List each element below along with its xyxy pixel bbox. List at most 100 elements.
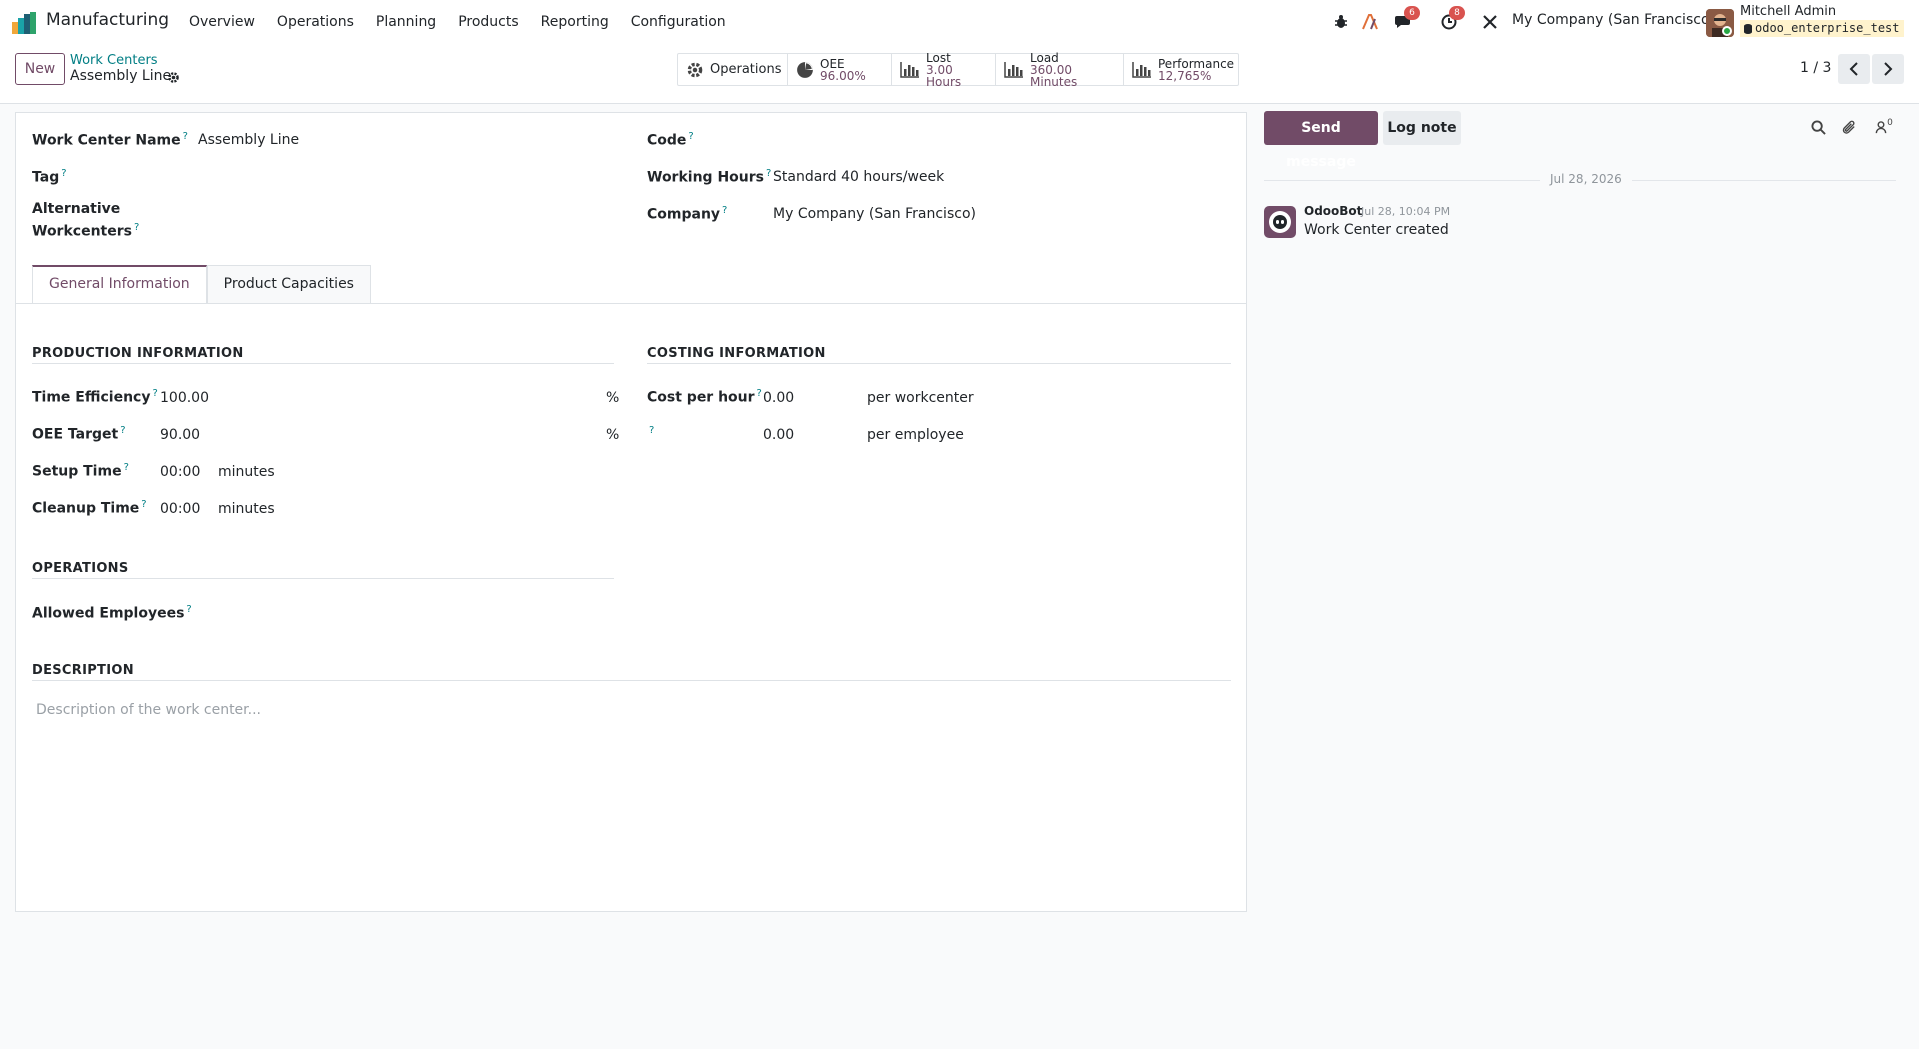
section-divider <box>32 363 614 364</box>
lost-smart-button[interactable]: Lost 3.00 Hours <box>892 50 996 89</box>
alternative-workcenters-label-line2: Workcenters? <box>32 222 140 240</box>
oee-smart-button[interactable]: OEE 96.00% <box>788 54 892 85</box>
menu-overview[interactable]: Overview <box>178 0 266 44</box>
performance-label: Performance <box>1158 56 1235 71</box>
help-tooltip-icon[interactable]: ? <box>120 425 125 436</box>
help-tooltip-icon[interactable]: ? <box>688 131 693 142</box>
alternative-workcenters-field[interactable] <box>198 205 618 225</box>
help-tooltip-icon[interactable]: ? <box>722 205 727 216</box>
code-label: Code? <box>647 131 694 149</box>
paperclip-icon[interactable] <box>1840 118 1858 136</box>
allowed-employees-label: Allowed Employees? <box>32 604 192 622</box>
production-information-title: PRODUCTION INFORMATION <box>32 346 244 361</box>
alternative-workcenters-label-line1: Alternative <box>32 201 121 217</box>
form-tabs: General Information Product Capacities <box>32 265 371 303</box>
main-menu: Overview Operations Planning Products Re… <box>178 0 737 44</box>
messages-icon[interactable]: 6 <box>1393 6 1420 33</box>
menu-products[interactable]: Products <box>447 0 529 44</box>
gear-icon[interactable] <box>166 70 180 84</box>
tools-icon[interactable] <box>1479 11 1501 33</box>
load-value: 360.00 Minutes <box>1030 62 1078 89</box>
allowed-employees-field[interactable] <box>198 604 618 624</box>
tab-divider <box>16 303 1246 304</box>
help-tooltip-icon[interactable]: ? <box>186 604 191 615</box>
section-divider <box>32 578 614 579</box>
working-hours-field[interactable]: Standard 40 hours/week <box>773 169 944 185</box>
menu-planning[interactable]: Planning <box>365 0 447 44</box>
app-name[interactable]: Manufacturing <box>46 10 169 30</box>
lost-value: 3.00 Hours <box>926 62 962 89</box>
tab-general-information[interactable]: General Information <box>32 265 207 303</box>
per-workcenter-unit: per workcenter <box>867 390 974 406</box>
help-tooltip-icon[interactable]: ? <box>649 425 654 436</box>
send-message-button[interactable]: Send message <box>1264 111 1378 170</box>
help-tooltip-icon[interactable]: ? <box>61 168 66 179</box>
pager-next-button[interactable] <box>1872 54 1904 84</box>
tag-field[interactable] <box>198 168 618 188</box>
operations-smart-button[interactable]: Operations <box>678 54 788 85</box>
help-tooltip-icon[interactable]: ? <box>757 388 762 399</box>
load-label: Load <box>1030 50 1059 65</box>
operations-smart-label: Operations <box>710 62 782 77</box>
bug-icon[interactable] <box>1330 11 1352 33</box>
help-tooltip-icon[interactable]: ? <box>183 131 188 142</box>
user-icon <box>1875 120 1887 134</box>
breadcrumb-work-centers[interactable]: Work Centers <box>70 53 158 68</box>
oee-target-field[interactable]: 90.00 <box>160 427 200 443</box>
lost-label: Lost <box>926 50 951 65</box>
pie-chart-icon <box>796 61 814 79</box>
time-efficiency-label: Time Efficiency? <box>32 388 158 406</box>
cleanup-time-field[interactable]: 00:00 <box>160 501 200 517</box>
setup-time-field[interactable]: 00:00 <box>160 464 200 480</box>
smart-buttons: Operations OEE 96.00% Lost 3.00 Hours Lo… <box>677 50 1239 89</box>
description-title: DESCRIPTION <box>32 663 134 678</box>
cleanup-time-label: Cleanup Time? <box>32 499 147 517</box>
menu-configuration[interactable]: Configuration <box>620 0 737 44</box>
top-navbar: Manufacturing Overview Operations Planni… <box>0 0 1919 44</box>
help-tooltip-icon[interactable]: ? <box>124 462 129 473</box>
work-center-name-label: Work Center Name? <box>32 131 188 149</box>
percent-unit: % <box>606 390 620 406</box>
pager-previous-button[interactable] <box>1838 54 1870 84</box>
followers-button[interactable]: 0 <box>1871 118 1897 136</box>
control-panel: New Work Centers Assembly Line Operation… <box>0 44 1919 104</box>
performance-smart-button[interactable]: Performance 12,765% <box>1124 54 1238 85</box>
work-center-name-field[interactable]: Assembly Line <box>198 132 299 148</box>
description-field[interactable]: Description of the work center... <box>36 702 261 718</box>
database-tag: odoo_enterprise_test <box>1740 20 1904 37</box>
message-author[interactable]: OdooBot <box>1304 204 1362 218</box>
time-efficiency-field[interactable]: 100.00 <box>160 390 209 406</box>
help-tooltip-icon[interactable]: ? <box>134 222 139 233</box>
activity-clock-icon[interactable]: 8 <box>1438 6 1465 33</box>
tab-product-capacities[interactable]: Product Capacities <box>206 265 371 303</box>
search-icon[interactable] <box>1809 118 1827 136</box>
pager-value[interactable]: 1 / 3 <box>1800 60 1831 76</box>
bar-chart-icon <box>900 61 920 78</box>
database-icon <box>1744 23 1752 34</box>
menu-reporting[interactable]: Reporting <box>530 0 620 44</box>
company-field[interactable]: My Company (San Francisco) <box>773 206 976 222</box>
ai-icon[interactable] <box>1360 11 1382 33</box>
costing-information-title: COSTING INFORMATION <box>647 346 826 361</box>
messages-badge: 6 <box>1404 6 1420 20</box>
employee-cost-field[interactable]: 0.00 <box>763 427 794 443</box>
chevron-right-icon <box>1883 62 1893 76</box>
cost-per-hour-field[interactable]: 0.00 <box>763 390 794 406</box>
bar-chart-icon <box>1004 61 1024 78</box>
odoobot-avatar <box>1264 206 1296 238</box>
new-button[interactable]: New <box>15 53 65 85</box>
load-smart-button[interactable]: Load 360.00 Minutes <box>996 50 1124 89</box>
company-label: Company? <box>647 205 728 223</box>
log-note-button[interactable]: Log note <box>1383 111 1461 145</box>
help-tooltip-icon[interactable]: ? <box>141 499 146 510</box>
user-name[interactable]: Mitchell Admin <box>1740 4 1836 19</box>
company-switcher[interactable]: My Company (San Francisco) <box>1512 12 1715 28</box>
help-tooltip-icon[interactable]: ? <box>152 388 157 399</box>
help-tooltip-icon[interactable]: ? <box>766 168 771 179</box>
breadcrumb-current: Assembly Line <box>70 68 172 84</box>
code-field[interactable] <box>773 131 1213 151</box>
menu-operations[interactable]: Operations <box>266 0 365 44</box>
activity-badge: 8 <box>1449 6 1465 20</box>
manufacturing-app-icon[interactable] <box>12 12 36 34</box>
cost-per-hour-label: Cost per hour? <box>647 388 762 406</box>
